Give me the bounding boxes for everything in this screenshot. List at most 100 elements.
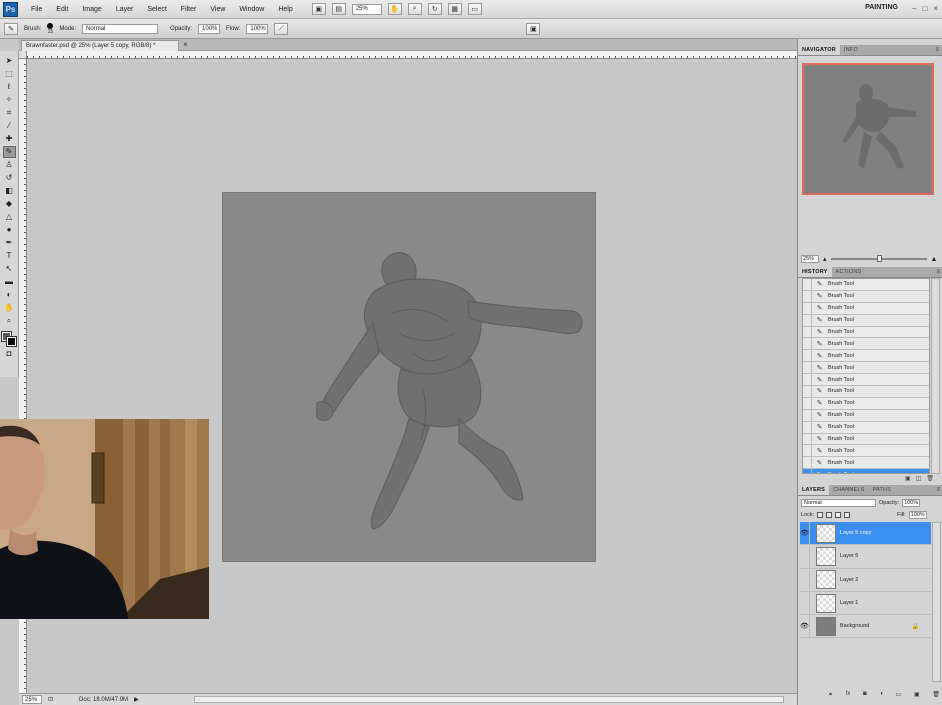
lock-pixels-icon[interactable] [826,512,833,518]
type-tool-icon[interactable]: T [3,250,16,262]
history-item[interactable]: ✎ Brush Tool [803,302,929,315]
history-source-checkbox[interactable] [803,469,812,473]
flow-field[interactable]: 100% [246,23,269,34]
tab-info[interactable]: Info [840,45,862,55]
history-source-checkbox[interactable] [803,397,812,409]
history-source-checkbox[interactable] [803,302,812,314]
history-item[interactable]: ✎ Brush Tool [803,421,929,434]
menu-filter[interactable]: Filter [174,6,204,13]
menu-help[interactable]: Help [271,6,299,13]
history-source-checkbox[interactable] [803,314,812,326]
new-snapshot-icon[interactable]: ◫ [916,475,922,484]
adjustment-layer-icon[interactable]: ◑ [879,691,883,701]
background-color-swatch[interactable] [6,336,17,347]
history-item[interactable]: ✎ Brush Tool [803,397,929,410]
history-brush-tool-icon[interactable]: ↺ [3,172,16,184]
quick-selection-tool-icon[interactable]: ✧ [3,94,16,106]
status-menu-icon[interactable]: ▶ [134,696,139,703]
new-document-from-state-icon[interactable]: ▣ [905,475,911,484]
clone-stamp-tool-icon[interactable]: ♙ [3,159,16,171]
navigator-zoom-knob[interactable] [876,255,882,262]
layer-row[interactable]: Layer 5 [800,545,931,569]
tab-channels[interactable]: Channels [829,485,869,495]
layer-row[interactable]: 👁 Layer 5 copy [800,522,931,546]
history-source-checkbox[interactable] [803,338,812,350]
layer-mask-icon[interactable]: ◙ [863,691,867,701]
layers-scrollbar[interactable] [932,522,941,682]
history-item[interactable]: ✎ Brush Tool [803,338,929,351]
history-source-checkbox[interactable] [803,421,812,433]
history-source-checkbox[interactable] [803,290,812,302]
minimize-icon[interactable]: – [912,4,916,13]
new-group-icon[interactable]: ▭ [896,691,902,701]
history-item[interactable]: ✎ Brush Tool [803,314,929,327]
menu-layer[interactable]: Layer [109,6,141,13]
history-item[interactable]: ✎ Brush Tool [803,409,929,422]
history-source-checkbox[interactable] [803,409,812,421]
status-zoom-field[interactable]: 25% [22,695,42,704]
healing-brush-tool-icon[interactable]: ✚ [3,133,16,145]
layer-name[interactable]: Layer 5 [840,553,858,559]
hand-tool-icon[interactable]: ✋ [387,3,402,15]
history-item[interactable]: ✎ Brush Tool [803,457,929,470]
rotate-view-icon[interactable]: ↻ [427,3,442,15]
zoom-level-field[interactable]: 25% [351,3,382,15]
pen-tool-icon[interactable]: ✒ [3,237,16,249]
layer-visibility-icon[interactable] [800,545,810,568]
tab-navigator[interactable]: Navigator [798,45,840,55]
layer-visibility-icon[interactable] [800,591,810,615]
history-source-checkbox[interactable] [803,433,812,445]
layer-name[interactable]: Background [840,623,869,629]
menu-file[interactable]: File [24,6,49,13]
layer-visibility-icon[interactable] [800,568,810,591]
layer-style-icon[interactable]: fx [846,691,851,701]
3d-rotate-tool-icon[interactable]: ◐ [3,289,16,301]
paint-bucket-tool-icon[interactable]: ◆ [3,198,16,210]
panel-menu-icon[interactable]: ≡ [935,45,942,55]
blur-tool-icon[interactable]: △ [3,211,16,223]
tool-preset-icon[interactable]: ✎ [4,22,18,35]
navigator-preview[interactable] [802,63,934,195]
history-source-checkbox[interactable] [803,374,812,386]
zoom-tool-icon[interactable]: ⌕ [3,315,16,327]
history-source-checkbox[interactable] [803,445,812,457]
hand-tool-icon[interactable]: ✋ [3,302,16,314]
mode-select[interactable]: Normal [82,23,159,34]
history-item[interactable]: ✎ Brush Tool [803,279,929,291]
history-item[interactable]: ✎ Brush Tool [803,362,929,375]
marquee-tool-icon[interactable]: ⬚ [3,68,16,80]
blend-mode-select[interactable]: Normal [801,499,876,507]
navigator-zoom-field[interactable]: 25% [801,255,819,263]
navigator-zoom-slider[interactable] [830,255,927,262]
horizontal-ruler[interactable] [27,51,797,59]
layer-opacity-field[interactable]: 100% [902,499,921,507]
arrange-documents-icon[interactable]: ▦ [447,3,462,15]
crop-tool-icon[interactable]: ⌗ [3,107,16,119]
history-source-checkbox[interactable] [803,326,812,338]
menu-window[interactable]: Window [232,6,271,13]
airbrush-icon[interactable]: ⟋ [274,22,289,35]
tab-actions[interactable]: Actions [832,267,866,277]
layer-name[interactable]: Layer 2 [840,577,858,583]
zoom-in-icon[interactable]: ▲ [931,256,938,263]
tab-paths[interactable]: Paths [869,485,896,495]
brush-tool-icon[interactable]: ✎ [2,145,16,158]
status-info-icon[interactable]: ⊡ [48,696,53,703]
history-source-checkbox[interactable] [803,362,812,374]
document-tab[interactable]: Brawnfaster.psd @ 25% (Layer 5 copy, RGB… [21,40,179,51]
workspace-switcher[interactable]: PAINTING [865,4,898,11]
history-item[interactable]: ✎ Brush Tool [803,326,929,339]
link-layers-icon[interactable]: ⚭ [828,691,833,701]
new-layer-icon[interactable]: ▣ [914,691,920,701]
layer-name[interactable]: Layer 1 [840,600,858,606]
history-item[interactable]: ✎ Brush Tool [803,386,929,398]
history-source-checkbox[interactable] [803,386,812,397]
delete-state-icon[interactable]: 🗑 [926,475,934,484]
tab-history[interactable]: History [798,267,832,277]
tab-layers[interactable]: Layers [798,485,830,495]
delete-layer-icon[interactable]: 🗑 [932,691,940,701]
eraser-tool-icon[interactable]: ◧ [3,185,16,197]
brush-panel-icon[interactable]: ▣ [526,22,541,35]
layer-visibility-icon[interactable]: 👁 [800,522,810,545]
menu-select[interactable]: Select [140,6,173,13]
